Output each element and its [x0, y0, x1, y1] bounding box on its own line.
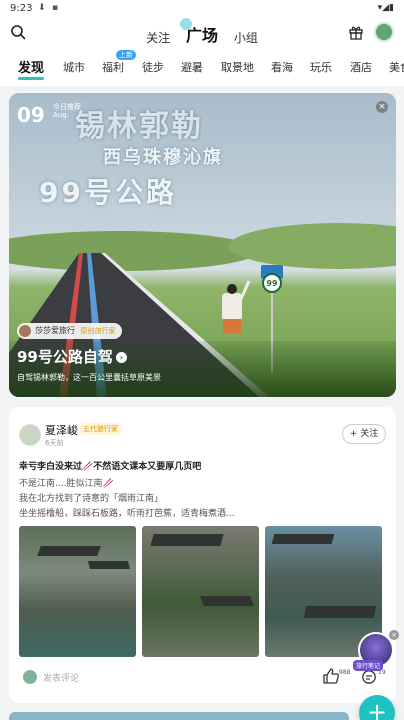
follow-button[interactable]: + 关注: [342, 424, 386, 444]
feature-title[interactable]: 99号公路自驾 ›: [17, 346, 127, 367]
floating-badge-label: 旅行笔记: [353, 660, 384, 671]
feature-author-tag: 原创旅行家: [80, 327, 116, 335]
category-discover[interactable]: 发现: [18, 57, 45, 80]
comment-icon[interactable]: [361, 669, 377, 685]
status-bar: 9:23 ⬇ ▪ ▾◢▮: [0, 0, 404, 18]
category-locations[interactable]: 取景地: [221, 59, 254, 75]
category-welfare[interactable]: 福利 上新: [102, 50, 136, 75]
feature-date-day: 09: [17, 103, 45, 127]
status-time: 9:23: [10, 3, 33, 14]
user-avatar[interactable]: [374, 22, 394, 42]
signal-battery-icon: ▾◢▮: [377, 3, 394, 13]
top-header: 关注 广场 小组: [0, 18, 404, 48]
category-city[interactable]: 城市: [63, 59, 85, 75]
comment-input[interactable]: 发表评论: [43, 671, 79, 684]
next-card-preview[interactable]: [9, 712, 349, 720]
post-text-line: 我在北方找到了诗意的「烟雨江南」: [19, 494, 164, 504]
top-tabs: 关注 广场 小组: [0, 18, 404, 46]
download-icon: ⬇: [38, 3, 46, 13]
feature-subtitle: 自驾锡林郭勒，这一百公里囊括草原美景: [17, 373, 161, 382]
feature-author-chip[interactable]: 莎莎爱旅行 原创旅行家: [17, 323, 122, 339]
feature-title-text: 99号公路自驾: [17, 348, 113, 366]
post-photo[interactable]: [19, 526, 136, 657]
new-badge: 上新: [116, 50, 136, 60]
thumbs-up-icon[interactable]: [322, 667, 340, 685]
category-sea[interactable]: 看海: [271, 59, 293, 75]
gift-icon[interactable]: [348, 24, 364, 40]
post-text-line: 幸亏李白没来过🥢不然语文课本又要厚几页吧: [19, 462, 202, 472]
tab-follow[interactable]: 关注: [146, 29, 170, 46]
feature-headline-1: 锡林郭勒: [75, 109, 203, 144]
feature-headline-3: 99号公路: [39, 176, 177, 209]
close-icon[interactable]: ×: [389, 630, 399, 640]
category-hotel[interactable]: 酒店: [350, 59, 372, 75]
post-author-tag: 五代旅行家: [79, 423, 122, 435]
commenter-avatar: [23, 670, 37, 684]
post-text-line: 坐坐摇橹船，踩踩石板路，听雨打芭蕉，适青梅煮酒...: [19, 509, 235, 519]
tab-group[interactable]: 小组: [234, 29, 258, 46]
category-food[interactable]: 美食: [389, 59, 404, 75]
feature-card[interactable]: 99 09 今日推荐 Aug. 锡林郭勒 西乌珠穆沁旗 99号公路 × 莎莎爱旅…: [9, 93, 396, 397]
post-card[interactable]: 夏泽峻 五代旅行家 6天前 + 关注 幸亏李白没来过🥢不然语文课本又要厚几页吧 …: [9, 407, 396, 703]
category-tabs: 发现 城市 福利上新 徒步 避暑 取景地 看海 玩乐 酒店 美食: [0, 48, 404, 86]
post-text-line: 不是江南....胜似江南🥢: [19, 479, 114, 489]
post-photo[interactable]: [142, 526, 259, 657]
feature-headline-2: 西乌珠穆沁旗: [103, 147, 223, 168]
feature-author-name: 莎莎爱旅行: [35, 326, 75, 335]
notification-icon: ▪: [52, 3, 59, 13]
road-sign-number: 99: [266, 279, 278, 288]
author-avatar: [19, 325, 31, 337]
close-icon[interactable]: ×: [376, 101, 388, 113]
like-count: 988: [339, 669, 351, 676]
post-time: 6天前: [45, 439, 64, 447]
post-author-avatar[interactable]: [19, 424, 41, 446]
category-summer[interactable]: 避暑: [181, 59, 203, 75]
category-welfare-label: 福利: [102, 61, 124, 74]
post-author-name[interactable]: 夏泽峻: [45, 422, 78, 438]
category-fun[interactable]: 玩乐: [310, 59, 332, 75]
chevron-right-icon: ›: [115, 352, 127, 363]
category-hiking[interactable]: 徒步: [142, 59, 164, 75]
tab-square[interactable]: 广场: [179, 18, 218, 46]
